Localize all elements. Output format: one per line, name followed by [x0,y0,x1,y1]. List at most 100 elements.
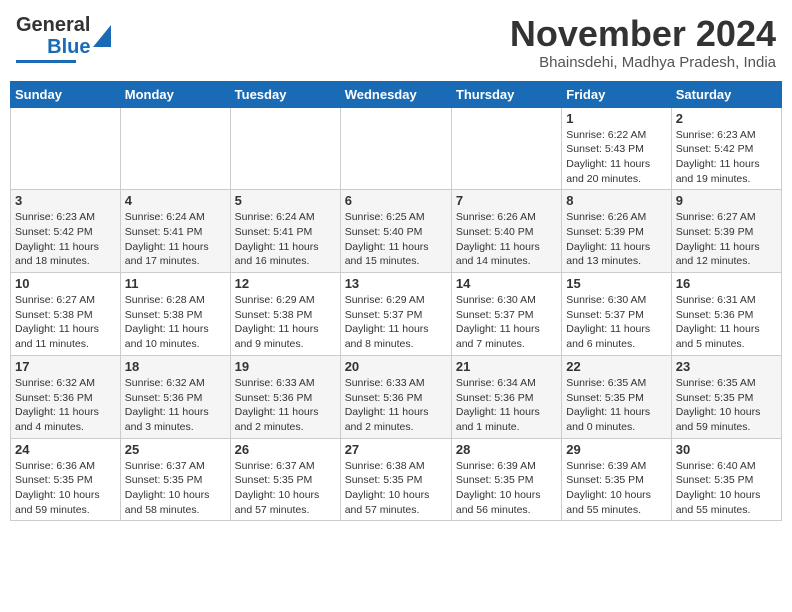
header: General Blue November 2024 Bhainsdehi, M… [10,10,782,75]
day-number: 15 [566,276,666,291]
location-subtitle: Bhainsdehi, Madhya Pradesh, India [510,54,776,71]
day-info: Sunrise: 6:39 AM Sunset: 5:35 PM Dayligh… [566,459,666,518]
calendar-cell: 20 Sunrise: 6:33 AM Sunset: 5:36 PM Dayli… [340,355,451,438]
day-info: Sunrise: 6:39 AM Sunset: 5:35 PM Dayligh… [456,459,557,518]
calendar-cell [230,107,340,190]
day-info: Sunrise: 6:23 AM Sunset: 5:42 PM Dayligh… [15,210,116,269]
day-info: Sunrise: 6:27 AM Sunset: 5:39 PM Dayligh… [676,210,777,269]
calendar-cell: 16 Sunrise: 6:31 AM Sunset: 5:36 PM Dayli… [671,273,781,356]
day-number: 23 [676,359,777,374]
logo-blue: Blue [47,36,90,58]
calendar-week-row: 3 Sunrise: 6:23 AM Sunset: 5:42 PM Daylig… [11,190,782,273]
day-info: Sunrise: 6:24 AM Sunset: 5:41 PM Dayligh… [125,210,226,269]
calendar-cell: 18 Sunrise: 6:32 AM Sunset: 5:36 PM Dayli… [120,355,230,438]
day-info: Sunrise: 6:30 AM Sunset: 5:37 PM Dayligh… [566,293,666,352]
calendar-cell: 21Sunrise: 6:34 AM Sunset: 5:36 PM Dayli… [451,355,561,438]
day-info: Sunrise: 6:36 AM Sunset: 5:35 PM Dayligh… [15,459,116,518]
calendar-week-row: 17 Sunrise: 6:32 AM Sunset: 5:36 PM Dayli… [11,355,782,438]
day-info: Sunrise: 6:37 AM Sunset: 5:35 PM Dayligh… [125,459,226,518]
calendar-cell: 6 Sunrise: 6:25 AM Sunset: 5:40 PM Daylig… [340,190,451,273]
day-info: Sunrise: 6:23 AM Sunset: 5:42 PM Dayligh… [676,128,777,187]
day-number: 16 [676,276,777,291]
month-title: November 2024 [510,14,776,54]
logo-triangle-icon [93,25,111,47]
calendar-cell: 13Sunrise: 6:29 AM Sunset: 5:37 PM Dayli… [340,273,451,356]
day-number: 4 [125,193,226,208]
day-number: 8 [566,193,666,208]
calendar-cell: 12 Sunrise: 6:29 AM Sunset: 5:38 PM Dayli… [230,273,340,356]
calendar-cell: 27 Sunrise: 6:38 AM Sunset: 5:35 PM Dayli… [340,438,451,521]
calendar-week-row: 1Sunrise: 6:22 AM Sunset: 5:43 PM Daylig… [11,107,782,190]
day-info: Sunrise: 6:25 AM Sunset: 5:40 PM Dayligh… [345,210,447,269]
calendar-day-header: Thursday [451,81,561,107]
calendar-day-header: Saturday [671,81,781,107]
calendar-cell: 26 Sunrise: 6:37 AM Sunset: 5:35 PM Dayli… [230,438,340,521]
day-number: 27 [345,442,447,457]
day-info: Sunrise: 6:32 AM Sunset: 5:36 PM Dayligh… [125,376,226,435]
calendar-table: SundayMondayTuesdayWednesdayThursdayFrid… [10,81,782,522]
calendar-day-header: Sunday [11,81,121,107]
calendar-header-row: SundayMondayTuesdayWednesdayThursdayFrid… [11,81,782,107]
day-number: 24 [15,442,116,457]
calendar-cell: 22 Sunrise: 6:35 AM Sunset: 5:35 PM Dayli… [562,355,671,438]
day-info: Sunrise: 6:33 AM Sunset: 5:36 PM Dayligh… [345,376,447,435]
day-info: Sunrise: 6:24 AM Sunset: 5:41 PM Dayligh… [235,210,336,269]
calendar-cell: 25 Sunrise: 6:37 AM Sunset: 5:35 PM Dayli… [120,438,230,521]
calendar-cell: 15 Sunrise: 6:30 AM Sunset: 5:37 PM Dayli… [562,273,671,356]
day-info: Sunrise: 6:33 AM Sunset: 5:36 PM Dayligh… [235,376,336,435]
calendar-cell: 1Sunrise: 6:22 AM Sunset: 5:43 PM Daylig… [562,107,671,190]
calendar-day-header: Tuesday [230,81,340,107]
calendar-cell [11,107,121,190]
day-info: Sunrise: 6:26 AM Sunset: 5:39 PM Dayligh… [566,210,666,269]
calendar-cell: 14Sunrise: 6:30 AM Sunset: 5:37 PM Dayli… [451,273,561,356]
calendar-cell [340,107,451,190]
calendar-cell: 4 Sunrise: 6:24 AM Sunset: 5:41 PM Daylig… [120,190,230,273]
calendar-cell: 3 Sunrise: 6:23 AM Sunset: 5:42 PM Daylig… [11,190,121,273]
day-info: Sunrise: 6:37 AM Sunset: 5:35 PM Dayligh… [235,459,336,518]
day-number: 10 [15,276,116,291]
day-number: 12 [235,276,336,291]
day-number: 17 [15,359,116,374]
calendar-day-header: Friday [562,81,671,107]
logo-general: General [16,14,90,36]
day-info: Sunrise: 6:29 AM Sunset: 5:38 PM Dayligh… [235,293,336,352]
day-info: Sunrise: 6:31 AM Sunset: 5:36 PM Dayligh… [676,293,777,352]
day-number: 6 [345,193,447,208]
calendar-cell: 29Sunrise: 6:39 AM Sunset: 5:35 PM Dayli… [562,438,671,521]
day-number: 14 [456,276,557,291]
day-number: 26 [235,442,336,457]
logo: General Blue [16,14,111,63]
calendar-day-header: Wednesday [340,81,451,107]
day-info: Sunrise: 6:35 AM Sunset: 5:35 PM Dayligh… [676,376,777,435]
day-info: Sunrise: 6:27 AM Sunset: 5:38 PM Dayligh… [15,293,116,352]
calendar-cell: 9 Sunrise: 6:27 AM Sunset: 5:39 PM Daylig… [671,190,781,273]
day-number: 3 [15,193,116,208]
calendar-cell: 7Sunrise: 6:26 AM Sunset: 5:40 PM Daylig… [451,190,561,273]
calendar-cell: 17Sunrise: 6:32 AM Sunset: 5:36 PM Dayli… [11,355,121,438]
day-info: Sunrise: 6:29 AM Sunset: 5:37 PM Dayligh… [345,293,447,352]
calendar-cell: 19Sunrise: 6:33 AM Sunset: 5:36 PM Dayli… [230,355,340,438]
calendar-day-header: Monday [120,81,230,107]
logo-underline [16,60,76,63]
day-number: 20 [345,359,447,374]
day-number: 1 [566,111,666,126]
day-number: 25 [125,442,226,457]
calendar-cell: 24 Sunrise: 6:36 AM Sunset: 5:35 PM Dayli… [11,438,121,521]
day-number: 28 [456,442,557,457]
day-number: 9 [676,193,777,208]
day-number: 18 [125,359,226,374]
day-info: Sunrise: 6:35 AM Sunset: 5:35 PM Dayligh… [566,376,666,435]
calendar-week-row: 24 Sunrise: 6:36 AM Sunset: 5:35 PM Dayli… [11,438,782,521]
day-info: Sunrise: 6:26 AM Sunset: 5:40 PM Dayligh… [456,210,557,269]
day-info: Sunrise: 6:38 AM Sunset: 5:35 PM Dayligh… [345,459,447,518]
day-number: 11 [125,276,226,291]
calendar-cell: 30 Sunrise: 6:40 AM Sunset: 5:35 PM Dayli… [671,438,781,521]
calendar-cell [120,107,230,190]
day-info: Sunrise: 6:40 AM Sunset: 5:35 PM Dayligh… [676,459,777,518]
day-number: 5 [235,193,336,208]
calendar-cell: 5 Sunrise: 6:24 AM Sunset: 5:41 PM Daylig… [230,190,340,273]
day-info: Sunrise: 6:28 AM Sunset: 5:38 PM Dayligh… [125,293,226,352]
day-number: 30 [676,442,777,457]
day-number: 22 [566,359,666,374]
day-number: 2 [676,111,777,126]
